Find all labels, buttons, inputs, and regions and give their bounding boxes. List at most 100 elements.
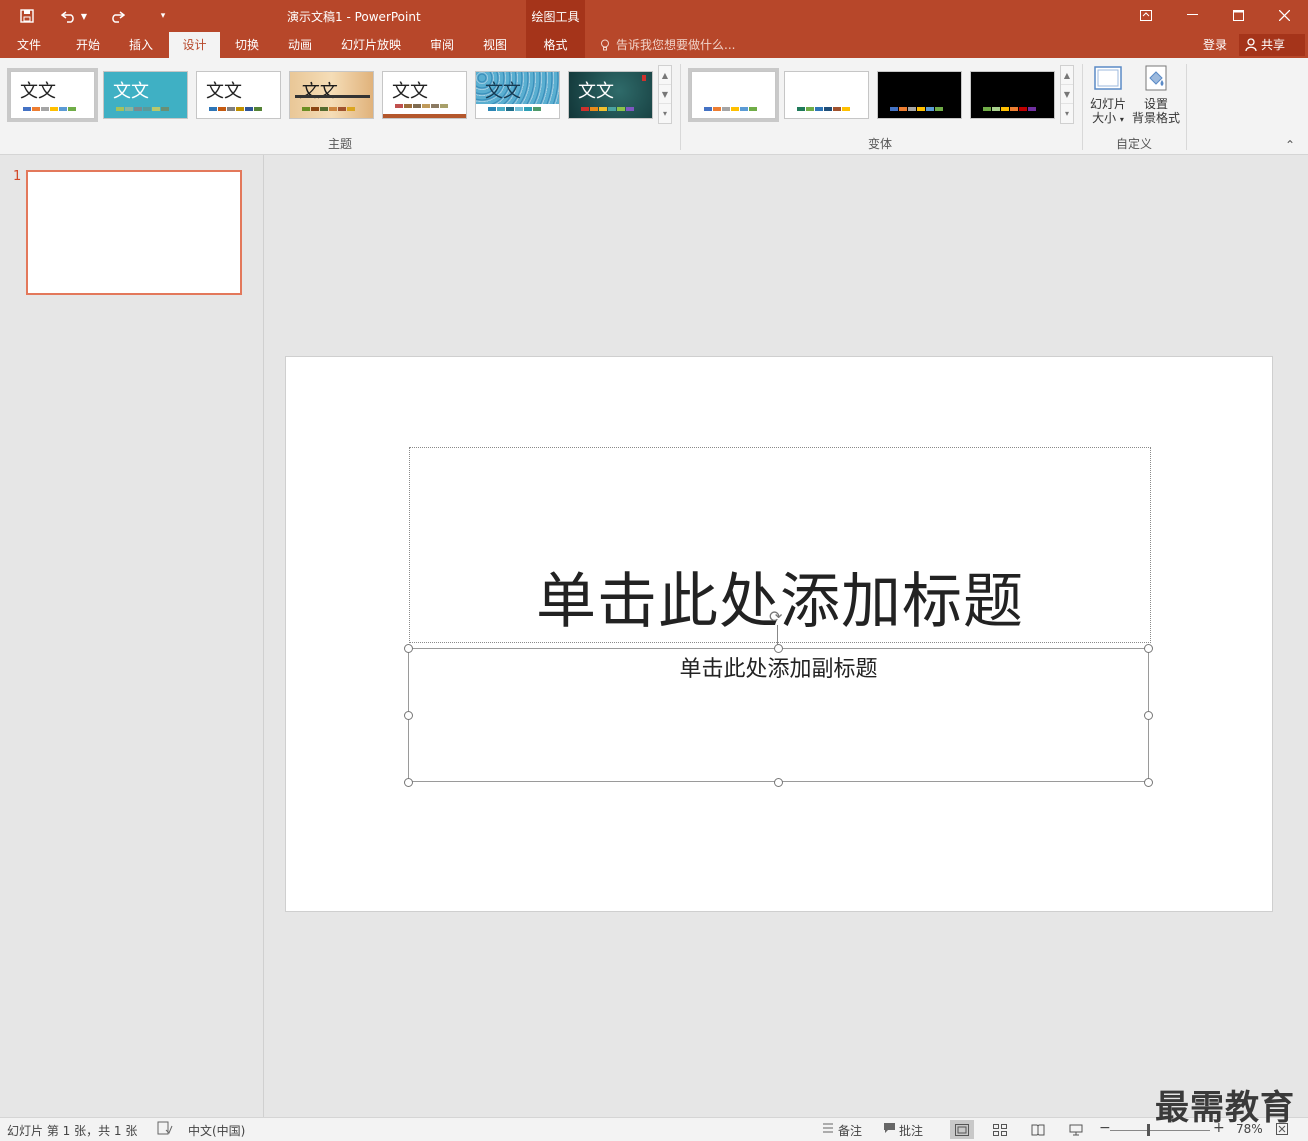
resize-handle-bottom-left[interactable] — [404, 778, 413, 787]
tab-transitions[interactable]: 切换 — [226, 32, 268, 58]
undo-dropdown-icon[interactable]: ▼ — [78, 6, 90, 26]
zoom-out-icon[interactable]: − — [1099, 1120, 1111, 1136]
watermark-logo: 最需教育 — [1155, 1088, 1295, 1128]
resize-handle-right[interactable] — [1144, 711, 1153, 720]
slide-sorter-view-icon[interactable] — [988, 1120, 1012, 1139]
scroll-down-icon[interactable]: ▼ — [1061, 85, 1073, 104]
group-divider — [1082, 64, 1083, 150]
ribbon-design: 文文 文文 文文 文文 文文 文文 文文 ▲ ▼ ▾ 主题 ▲ ▼ ▾ 变体 幻… — [0, 58, 1308, 155]
spell-check-icon[interactable] — [157, 1121, 173, 1138]
format-bg-label-2: 背景格式 — [1131, 111, 1180, 125]
resize-handle-top-left[interactable] — [404, 644, 413, 653]
gallery-more-icon[interactable]: ▾ — [659, 104, 671, 123]
resize-handle-bottom-right[interactable] — [1144, 778, 1153, 787]
drawing-tools-label: 绘图工具 — [531, 10, 580, 24]
scroll-up-icon[interactable]: ▲ — [659, 66, 671, 85]
slide-thumbnail-pane: 1 — [0, 155, 264, 1117]
tab-home[interactable]: 开始 — [66, 32, 110, 58]
customize-group-label: 自定义 — [1115, 137, 1152, 151]
slide-size-button[interactable]: 幻灯片 大小 ▾ — [1087, 64, 1129, 127]
person-icon — [1245, 38, 1257, 52]
slide-editor: 单击此处添加标题 ⟳ 单击此处添加副标题 — [265, 155, 1308, 1117]
variant-2[interactable] — [784, 71, 869, 119]
group-divider — [1186, 64, 1187, 150]
title-placeholder-text: 单击此处添加标题 — [536, 567, 1024, 637]
rotate-handle-icon[interactable]: ⟳ — [769, 609, 782, 625]
tell-me-text: 告诉我您想要做什么... — [616, 38, 736, 52]
slide-canvas[interactable]: 单击此处添加标题 ⟳ 单击此处添加副标题 — [285, 356, 1273, 912]
subtitle-placeholder-text: 单击此处添加副标题 — [679, 657, 878, 682]
comments-button[interactable]: 批注 — [899, 1122, 923, 1139]
tab-slideshow[interactable]: 幻灯片放映 — [334, 32, 408, 58]
zoom-slider-thumb[interactable] — [1147, 1124, 1150, 1136]
notes-button[interactable]: 备注 — [838, 1122, 862, 1139]
window-title: 演示文稿1 - PowerPoint — [287, 10, 421, 24]
slideshow-view-icon[interactable] — [1064, 1120, 1088, 1139]
resize-handle-left[interactable] — [404, 711, 413, 720]
tab-review[interactable]: 审阅 — [421, 32, 463, 58]
tab-insert[interactable]: 插入 — [119, 32, 163, 58]
theme-teal[interactable]: 文文 — [103, 71, 188, 119]
theme-wood[interactable]: 文文 — [382, 71, 467, 119]
collapse-ribbon-icon[interactable]: ⌃ — [1285, 138, 1295, 152]
slide-count-status[interactable]: 幻灯片 第 1 张，共 1 张 — [7, 1122, 137, 1139]
tab-animations[interactable]: 动画 — [279, 32, 321, 58]
subtitle-placeholder[interactable]: 单击此处添加副标题 — [408, 648, 1149, 782]
tab-file[interactable]: 文件 — [8, 32, 50, 58]
theme-sample-text: 文文 — [113, 81, 149, 102]
theme-sample-text: 文文 — [206, 81, 242, 102]
status-bar: 幻灯片 第 1 张，共 1 张 中文(中国) 备注 批注 − + 78% — [0, 1117, 1308, 1141]
themes-gallery-scroll[interactable]: ▲ ▼ ▾ — [658, 65, 672, 124]
gallery-more-icon[interactable]: ▾ — [1061, 104, 1073, 123]
theme-retrospect[interactable]: 文文 — [196, 71, 281, 119]
format-background-icon — [1145, 65, 1167, 91]
tab-design[interactable]: 设计 — [169, 32, 220, 58]
language-status[interactable]: 中文(中国) — [188, 1122, 245, 1139]
theme-office[interactable]: 文文 — [7, 68, 98, 122]
close-icon[interactable] — [1269, 4, 1299, 26]
theme-dark-teal[interactable]: 文文 — [568, 71, 653, 119]
theme-ink[interactable]: 文文 — [289, 71, 374, 119]
slide-size-label-1: 幻灯片 — [1089, 97, 1126, 111]
variants-gallery-scroll[interactable]: ▲ ▼ ▾ — [1060, 65, 1074, 124]
share-label: 共享 — [1261, 38, 1286, 52]
format-background-button[interactable]: 设置 背景格式 — [1131, 64, 1181, 125]
scroll-up-icon[interactable]: ▲ — [1061, 66, 1073, 85]
variant-3[interactable] — [877, 71, 962, 119]
ribbon-display-options-icon[interactable] — [1131, 4, 1161, 26]
slide-size-icon — [1094, 66, 1122, 90]
title-bar: ▼ ▾ 演示文稿1 - PowerPoint — [0, 0, 1308, 32]
themes-group-label: 主题 — [327, 137, 352, 151]
normal-view-icon[interactable] — [950, 1120, 974, 1139]
theme-pattern[interactable]: 文文 — [475, 71, 560, 119]
zoom-slider[interactable] — [1110, 1130, 1210, 1131]
redo-icon[interactable] — [106, 6, 128, 26]
login-link[interactable]: 登录 — [1203, 32, 1227, 58]
resize-handle-top-right[interactable] — [1144, 644, 1153, 653]
tell-me-search[interactable]: 告诉我您想要做什么... — [600, 32, 735, 58]
variant-1[interactable] — [688, 68, 779, 122]
theme-sample-text: 文文 — [392, 81, 428, 102]
lightbulb-icon — [601, 39, 609, 51]
powerpoint-window: ▼ ▾ 演示文稿1 - PowerPoint 文件 开始 插入 设计 切换 动画… — [0, 0, 1308, 1141]
notes-icon[interactable] — [822, 1121, 834, 1138]
slide-thumbnail[interactable] — [26, 170, 242, 295]
resize-handle-top[interactable] — [774, 644, 783, 653]
tab-format-label[interactable]: 格式 — [526, 32, 585, 58]
undo-icon[interactable] — [58, 6, 80, 26]
share-button[interactable]: 共享 — [1239, 34, 1305, 56]
group-divider — [680, 64, 681, 150]
theme-sample-text: 文文 — [485, 81, 521, 102]
reading-view-icon[interactable] — [1026, 1120, 1050, 1139]
scroll-down-icon[interactable]: ▼ — [659, 85, 671, 104]
format-bg-label-1: 设置 — [1143, 97, 1168, 111]
theme-sample-text: 文文 — [299, 81, 335, 102]
customize-toolbar-icon[interactable]: ▾ — [152, 6, 174, 26]
tab-view[interactable]: 视图 — [474, 32, 516, 58]
variant-4[interactable] — [970, 71, 1055, 119]
resize-handle-bottom[interactable] — [774, 778, 783, 787]
comments-icon[interactable] — [883, 1121, 896, 1138]
save-icon[interactable] — [16, 6, 38, 26]
maximize-icon[interactable] — [1223, 4, 1253, 26]
minimize-icon[interactable] — [1177, 4, 1207, 26]
